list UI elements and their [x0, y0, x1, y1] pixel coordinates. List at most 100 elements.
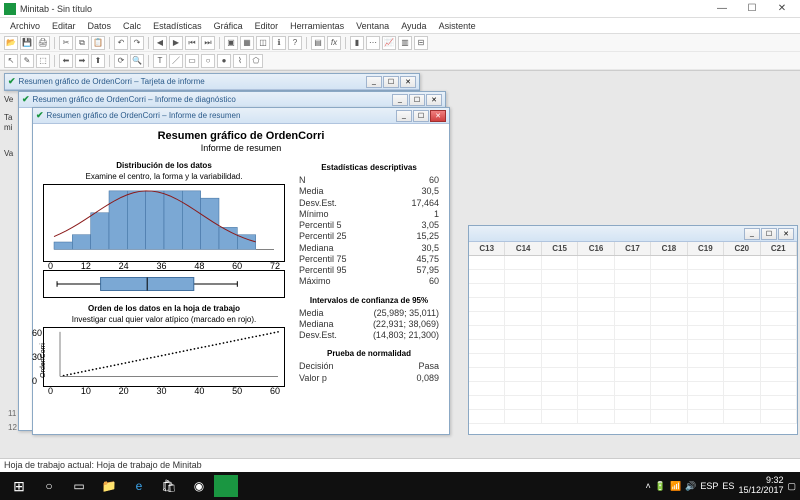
ws-cell[interactable] — [505, 284, 541, 298]
ws-cell[interactable] — [761, 410, 797, 424]
ws-cell[interactable] — [615, 270, 651, 284]
ws-cell[interactable] — [688, 410, 724, 424]
ws-cell[interactable] — [688, 354, 724, 368]
menu-calc[interactable]: Calc — [117, 20, 147, 32]
ws-cell[interactable] — [615, 382, 651, 396]
marker-icon[interactable]: ● — [217, 54, 231, 68]
ws-cell[interactable] — [505, 326, 541, 340]
diag-minimize-button[interactable]: _ — [392, 94, 408, 106]
ws-cell[interactable] — [542, 382, 578, 396]
ws-cell[interactable] — [469, 354, 505, 368]
tray-battery-icon[interactable]: 🔋 — [655, 481, 666, 492]
ws-cell[interactable] — [651, 284, 687, 298]
ws-minimize-button[interactable]: _ — [744, 228, 760, 240]
ws-cell[interactable] — [651, 368, 687, 382]
ws-cell[interactable] — [542, 326, 578, 340]
ws-cell[interactable] — [724, 256, 760, 270]
ws-cell[interactable] — [724, 298, 760, 312]
bar-chart-icon[interactable]: ▮ — [350, 36, 364, 50]
tray-volume-icon[interactable]: 🔊 — [685, 481, 696, 492]
ws-cell[interactable] — [615, 368, 651, 382]
ws-col-c20[interactable]: C20 — [724, 242, 760, 255]
ws-cell[interactable] — [651, 270, 687, 284]
ws-cell[interactable] — [469, 298, 505, 312]
align-right-icon[interactable]: ➡ — [75, 54, 89, 68]
ws-cell[interactable] — [724, 396, 760, 410]
tray-wifi-icon[interactable]: 📶 — [670, 481, 681, 492]
ws-cell[interactable] — [542, 396, 578, 410]
taskview-icon[interactable]: ▭ — [64, 474, 94, 498]
ws-cell[interactable] — [724, 312, 760, 326]
worksheet-icon[interactable]: ▦ — [240, 36, 254, 50]
info-icon[interactable]: ℹ — [272, 36, 286, 50]
ws-cell[interactable] — [505, 382, 541, 396]
ws-cell[interactable] — [469, 410, 505, 424]
ws-cell[interactable] — [651, 326, 687, 340]
ws-cell[interactable] — [615, 298, 651, 312]
ws-cell[interactable] — [505, 256, 541, 270]
select-icon[interactable]: ⬚ — [36, 54, 50, 68]
ws-cell[interactable] — [724, 340, 760, 354]
text-icon[interactable]: T — [153, 54, 167, 68]
subwindow-summary[interactable]: ✔ Resumen gráfico de OrdenCorri – Inform… — [32, 107, 450, 435]
ws-cell[interactable] — [542, 284, 578, 298]
store-icon[interactable]: 🛍 — [154, 474, 184, 498]
open-icon[interactable]: 📂 — [4, 36, 18, 50]
ws-cell[interactable] — [505, 396, 541, 410]
menu-estadisticas[interactable]: Estadísticas — [147, 20, 208, 32]
tray-notifications-icon[interactable]: ▢ — [787, 481, 796, 492]
tray-chevron-icon[interactable]: ˄ — [645, 481, 650, 491]
ws-cell[interactable] — [615, 312, 651, 326]
session-icon[interactable]: ▣ — [224, 36, 238, 50]
ws-cell[interactable] — [651, 396, 687, 410]
boxplot-icon[interactable]: ⊟ — [414, 36, 428, 50]
close-button[interactable]: ✕ — [768, 1, 796, 17]
ws-cell[interactable] — [469, 270, 505, 284]
ws-cell[interactable] — [688, 340, 724, 354]
ws-cell[interactable] — [542, 340, 578, 354]
ws-cell[interactable] — [724, 284, 760, 298]
ws-cell[interactable] — [578, 340, 614, 354]
ws-cell[interactable] — [651, 382, 687, 396]
nav-next-icon[interactable]: ▶ — [169, 36, 183, 50]
ws-col-c14[interactable]: C14 — [505, 242, 541, 255]
ws-cell[interactable] — [505, 340, 541, 354]
ws-cell[interactable] — [724, 410, 760, 424]
ws-cell[interactable] — [615, 410, 651, 424]
ws-close-button[interactable]: ✕ — [778, 228, 794, 240]
ws-cell[interactable] — [688, 312, 724, 326]
ws-cell[interactable] — [651, 340, 687, 354]
subwindow-diag-titlebar[interactable]: ✔ Resumen gráfico de OrdenCorri – Inform… — [19, 92, 445, 108]
ws-cell[interactable] — [688, 396, 724, 410]
card-close-button[interactable]: ✕ — [400, 76, 416, 88]
ws-cell[interactable] — [651, 410, 687, 424]
ws-cell[interactable] — [688, 368, 724, 382]
ws-cell[interactable] — [542, 354, 578, 368]
ws-cell[interactable] — [615, 396, 651, 410]
summary-maximize-button[interactable]: ☐ — [413, 110, 429, 122]
ws-col-c19[interactable]: C19 — [688, 242, 724, 255]
redo-icon[interactable]: ↷ — [130, 36, 144, 50]
ws-cell[interactable] — [578, 270, 614, 284]
nav-prev-icon[interactable]: ◀ — [153, 36, 167, 50]
ws-col-c18[interactable]: C18 — [651, 242, 687, 255]
menu-editor[interactable]: Editor — [249, 20, 285, 32]
help-icon[interactable]: ? — [288, 36, 302, 50]
ws-cell[interactable] — [542, 410, 578, 424]
ws-cell[interactable] — [761, 368, 797, 382]
scatter-icon[interactable]: ⋯ — [366, 36, 380, 50]
cut-icon[interactable]: ✂ — [59, 36, 73, 50]
ws-cell[interactable] — [469, 312, 505, 326]
card-minimize-button[interactable]: _ — [366, 76, 382, 88]
menu-editar[interactable]: Editar — [46, 20, 82, 32]
ws-cell[interactable] — [542, 312, 578, 326]
worksheet-window[interactable]: _ ☐ ✕ C13 C14 C15 C16 C17 C18 C19 C20 C2… — [468, 225, 798, 435]
ws-cell[interactable] — [578, 284, 614, 298]
ws-cell[interactable] — [505, 270, 541, 284]
menu-datos[interactable]: Datos — [82, 20, 118, 32]
menu-archivo[interactable]: Archivo — [4, 20, 46, 32]
ws-cell[interactable] — [724, 326, 760, 340]
print-icon[interactable]: 🖨 — [36, 36, 50, 50]
line-chart-icon[interactable]: 📈 — [382, 36, 396, 50]
zoom-icon[interactable]: 🔍 — [130, 54, 144, 68]
